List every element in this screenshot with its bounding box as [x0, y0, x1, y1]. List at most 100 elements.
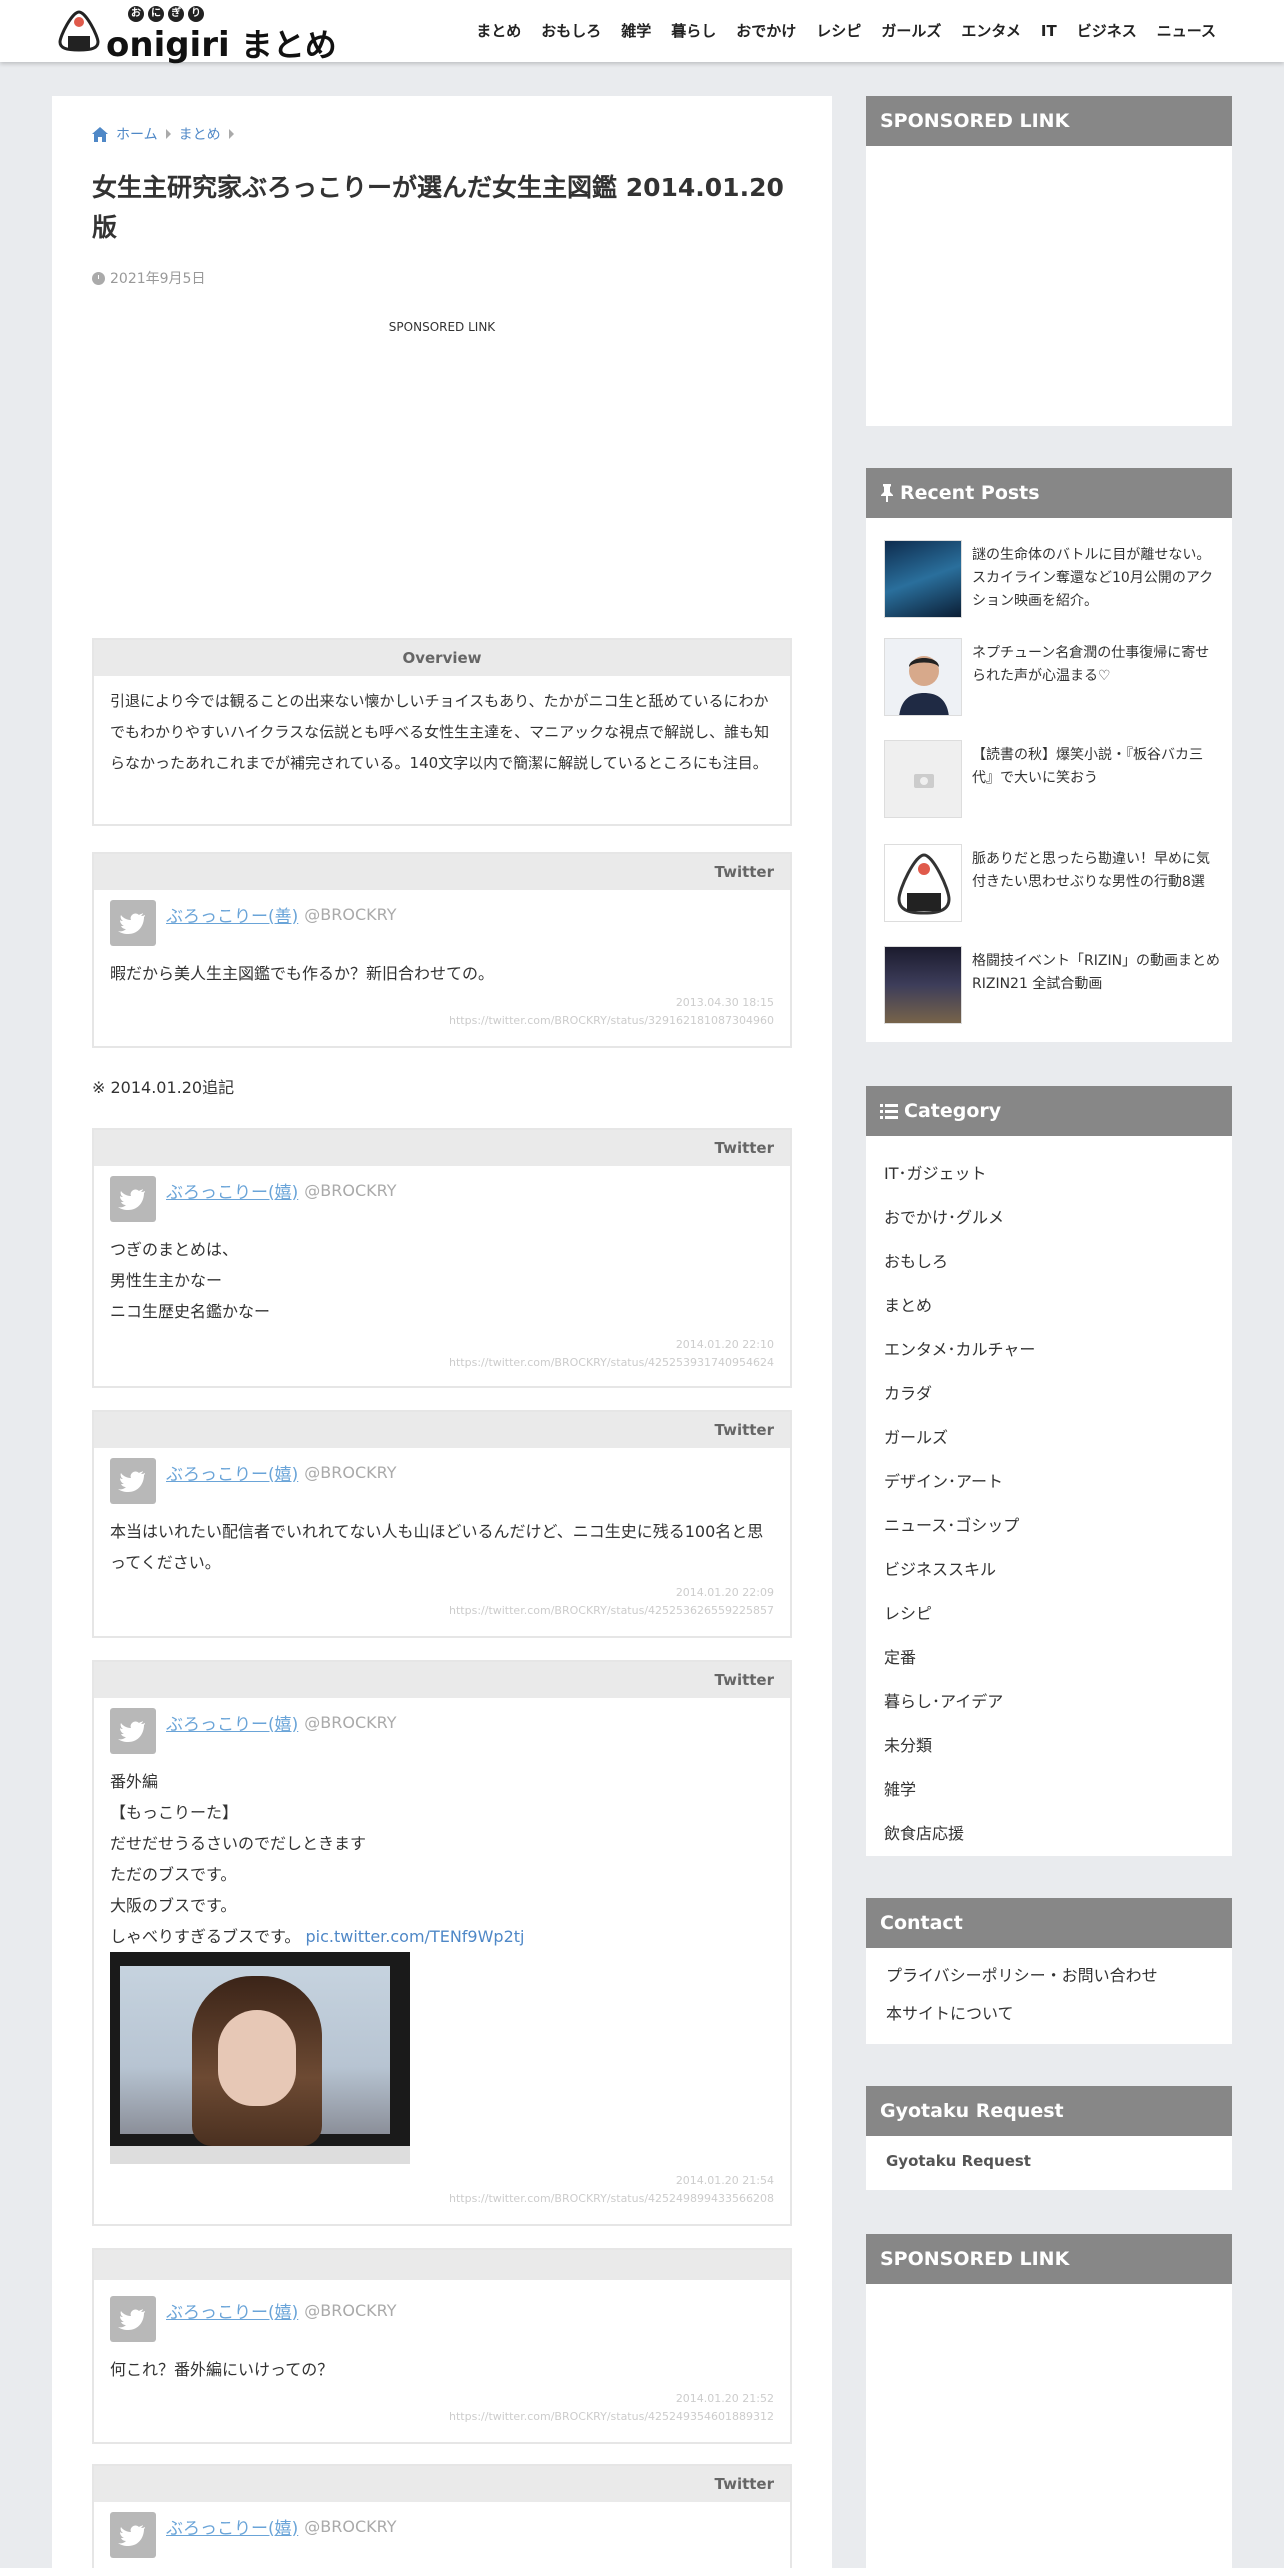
tweet-meta: 2014.01.20 22:10 https://twitter.com/BRO…	[449, 1336, 774, 1372]
tweet-time[interactable]: 2014.01.20 22:10	[449, 1336, 774, 1354]
tweet-image-face	[218, 2010, 296, 2106]
sidebar-sponsored-bottom: SPONSORED LINK	[866, 2234, 1232, 2568]
category-item[interactable]: おでかけ･グルメ	[884, 1196, 1035, 1240]
category-item[interactable]: エンタメ･カルチャー	[884, 1328, 1035, 1372]
nav-item-girls[interactable]: ガールズ	[871, 20, 951, 42]
tweet-time[interactable]: 2014.01.20 22:09	[449, 1584, 774, 1602]
tweet-meta: 2014.01.20 22:09 https://twitter.com/BRO…	[449, 1584, 774, 1620]
tweet-line: 番外編	[110, 1772, 159, 1791]
tweet-user-handle: @BROCKRY	[304, 1180, 397, 1200]
site-logo[interactable]: お に ぎ り onigiri まとめ	[56, 6, 337, 65]
tweet-source: Twitter	[94, 2466, 790, 2502]
tweet-source-bar	[94, 2250, 790, 2280]
recent-post-title[interactable]: 脈ありだと思ったら勘違い！早めに気付きたい思わせぶりな男性の行動8選	[972, 848, 1222, 894]
nav-item-business[interactable]: ビジネス	[1067, 20, 1147, 42]
tweet-text: 何これ？番外編にいけっての？	[110, 2354, 778, 2385]
tweet-text: 本当はいれたい配信者でいれれてない人も山ほどいるんだけど、ニコ生史に残る100名…	[110, 1516, 778, 1578]
recent-post-item[interactable]: 【読書の秋】爆笑小説・『板谷バカ三代』で大いに笑おう	[884, 740, 1224, 820]
tweet-image[interactable]	[110, 1952, 410, 2164]
nav-item-entame[interactable]: エンタメ	[951, 20, 1031, 42]
tweet-user-name[interactable]: ぶろっこりー(嬉)	[166, 2298, 298, 2323]
recent-post-title[interactable]: 格闘技イベント「RIZIN」の動画まとめ RIZIN21 全試合動画	[972, 950, 1222, 996]
recent-posts-heading-text: Recent Posts	[900, 482, 1040, 504]
category-item[interactable]: レシピ	[884, 1592, 1035, 1636]
tweet-time[interactable]: 2013.04.30 18:15	[449, 994, 774, 1012]
recent-post-item[interactable]: 格闘技イベント「RIZIN」の動画まとめ RIZIN21 全試合動画	[884, 946, 1224, 1026]
tweet-line: 男性生主かなー	[110, 1271, 223, 1290]
nav-item-recipe[interactable]: レシピ	[806, 20, 871, 42]
nav-item-kurashi[interactable]: 暮らし	[661, 20, 726, 42]
logo-jp: まとめ	[240, 26, 337, 64]
category-item[interactable]: カラダ	[884, 1372, 1035, 1416]
contact-link-privacy[interactable]: プライバシーポリシー・お問い合わせ	[886, 1962, 1158, 1986]
category-item[interactable]: 暮らし･アイデア	[884, 1680, 1035, 1724]
recent-post-title[interactable]: 謎の生命体のバトルに目が離せない。スカイライン奪還など10月公開のアクション映画…	[972, 544, 1222, 613]
tweet-user: ぶろっこりー(善) @BROCKRY	[110, 900, 396, 946]
recent-post-item[interactable]: 脈ありだと思ったら勘違い！早めに気付きたい思わせぶりな男性の行動8選	[884, 844, 1224, 924]
breadcrumb-separator-icon	[228, 129, 234, 139]
nav-item-matome[interactable]: まとめ	[466, 20, 531, 42]
article-main: ホーム まとめ 女生主研究家ぶろっこりーが選んだ女生主図鑑 2014.01.20…	[52, 96, 832, 2568]
tweet-url[interactable]: https://twitter.com/BROCKRY/status/42524…	[449, 2408, 774, 2426]
category-list: IT･ガジェット おでかけ･グルメ おもしろ まとめ エンタメ･カルチャー カラ…	[884, 1152, 1035, 1856]
tweet-image-screen	[120, 1966, 390, 2146]
overview-body: 引退により今では観ることの出来ない懐かしいチョイスもあり、たかがニコ生と舐めてい…	[110, 692, 770, 772]
category-item[interactable]: ビジネススキル	[884, 1548, 1035, 1592]
category-item[interactable]: まとめ	[884, 1284, 1035, 1328]
recent-post-item[interactable]: ネプチューン名倉潤の仕事復帰に寄せられた声が心温まる♡	[884, 638, 1224, 718]
tweet-user-name[interactable]: ぶろっこりー(嬉)	[166, 1178, 298, 1203]
tweet-user-name[interactable]: ぶろっこりー(嬉)	[166, 2514, 298, 2539]
category-item[interactable]: IT･ガジェット	[884, 1152, 1035, 1196]
tweet-user-name[interactable]: ぶろっこりー(嬉)	[166, 1710, 298, 1735]
tweet-time[interactable]: 2014.01.20 21:52	[449, 2390, 774, 2408]
sidebar-recent-posts: Recent Posts 謎の生命体のバトルに目が離せない。スカイライン奪還など…	[866, 468, 1232, 1042]
recent-post-thumbnail	[884, 946, 962, 1024]
tweet-user-handle: @BROCKRY	[304, 1462, 397, 1482]
tweet-user: ぶろっこりー(嬉) @BROCKRY	[110, 1458, 396, 1504]
tweet-time[interactable]: 2014.01.20 21:54	[449, 2172, 774, 2190]
tweet-user-handle: @BROCKRY	[304, 1712, 397, 1732]
tweet-user-name[interactable]: ぶろっこりー(善)	[166, 902, 298, 927]
nav-item-it[interactable]: IT	[1031, 20, 1067, 42]
category-item[interactable]: 飲食店応援	[884, 1812, 1035, 1856]
tweet-user-handle: @BROCKRY	[304, 2300, 397, 2320]
nav-item-zatsugaku[interactable]: 雑学	[611, 20, 661, 42]
video-controls-bar	[110, 2146, 410, 2164]
tweet-url[interactable]: https://twitter.com/BROCKRY/status/42525…	[449, 1354, 774, 1372]
recent-post-item[interactable]: 謎の生命体のバトルに目が離せない。スカイライン奪還など10月公開のアクション映画…	[884, 540, 1224, 620]
pin-icon	[881, 484, 893, 502]
global-nav: まとめ おもしろ 雑学 暮らし おでかけ レシピ ガールズ エンタメ IT ビジ…	[466, 20, 1226, 42]
tweet-url[interactable]: https://twitter.com/BROCKRY/status/42524…	[449, 2190, 774, 2208]
recent-post-title[interactable]: 【読書の秋】爆笑小説・『板谷バカ三代』で大いに笑おう	[972, 744, 1222, 790]
breadcrumb-separator-icon	[165, 129, 171, 139]
category-item[interactable]: 未分類	[884, 1724, 1035, 1768]
home-icon	[92, 126, 108, 142]
category-item[interactable]: ガールズ	[884, 1416, 1035, 1460]
category-item[interactable]: ニュース･ゴシップ	[884, 1504, 1035, 1548]
tweet-source: Twitter	[94, 1130, 790, 1166]
tweet-line: 暇だから美人生主図鑑でも作るか？新旧合わせての。	[110, 964, 495, 983]
category-item[interactable]: デザイン･アート	[884, 1460, 1035, 1504]
sidebar-sponsored-top: SPONSORED LINK	[866, 96, 1232, 426]
gyotaku-request-link[interactable]: Gyotaku Request	[886, 2152, 1031, 2170]
tweet-card: ぶろっこりー(嬉) @BROCKRY 何これ？番外編にいけっての？ 2014.0…	[92, 2248, 792, 2444]
category-item[interactable]: 定番	[884, 1636, 1035, 1680]
nav-item-odekake[interactable]: おでかけ	[726, 20, 806, 42]
tweet-card: Twitter ぶろっこりー(嬉) @BROCKRY 番外編 【もっこりーた】 …	[92, 1660, 792, 2226]
tweet-media-link[interactable]: pic.twitter.com/TENf9Wp2tj	[306, 1927, 525, 1946]
tweet-meta: 2014.01.20 21:52 https://twitter.com/BRO…	[449, 2390, 774, 2426]
category-item[interactable]: 雑学	[884, 1768, 1035, 1812]
tweet-url[interactable]: https://twitter.com/BROCKRY/status/42525…	[449, 1602, 774, 1620]
nav-item-omoshiro[interactable]: おもしろ	[531, 20, 611, 42]
gyotaku-heading: Gyotaku Request	[866, 2086, 1232, 2136]
category-item[interactable]: おもしろ	[884, 1240, 1035, 1284]
tweet-url[interactable]: https://twitter.com/BROCKRY/status/32916…	[449, 1012, 774, 1030]
tweet-user-name[interactable]: ぶろっこりー(嬉)	[166, 1460, 298, 1485]
breadcrumb-category[interactable]: まとめ	[179, 124, 221, 144]
contact-link-about[interactable]: 本サイトについて	[886, 2000, 1014, 2024]
breadcrumb-home[interactable]: ホーム	[116, 124, 158, 144]
recent-post-title[interactable]: ネプチューン名倉潤の仕事復帰に寄せられた声が心温まる♡	[972, 642, 1222, 688]
nav-item-news[interactable]: ニュース	[1147, 20, 1226, 42]
logo-text: onigiri まとめ	[106, 20, 337, 66]
tweet-user-handle: @BROCKRY	[304, 904, 397, 924]
